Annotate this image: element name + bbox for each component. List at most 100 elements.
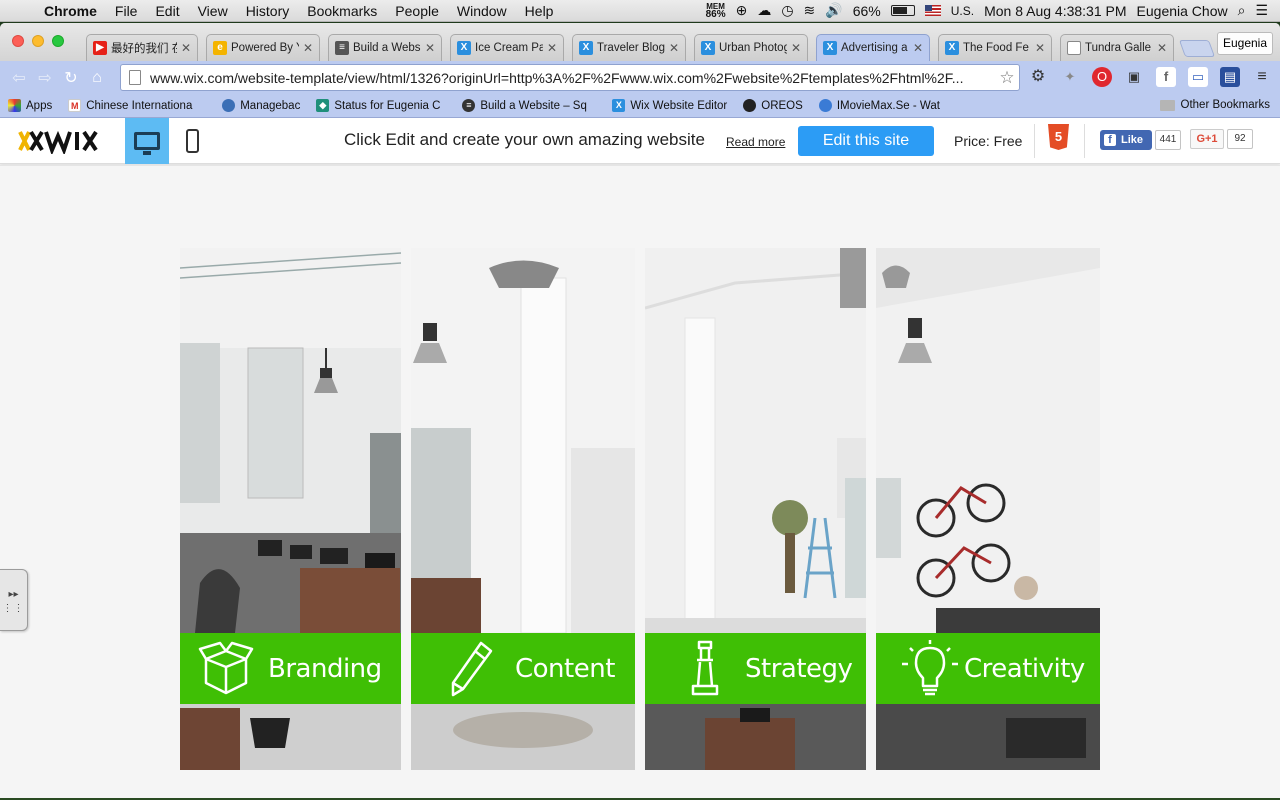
tab-close-icon[interactable]: ✕ [181, 41, 191, 55]
bookmark-status[interactable]: ◆ Status for Eugenia C [308, 99, 454, 112]
minimize-window-button[interactable] [32, 35, 44, 47]
tab-close-icon[interactable]: ✕ [791, 41, 801, 55]
cloud-icon[interactable]: ☁ [757, 2, 771, 19]
memory-status[interactable]: MEM 86% [706, 2, 726, 19]
tab-close-icon[interactable]: ✕ [1035, 41, 1045, 55]
extension-puzzle-icon[interactable]: ✦ [1060, 67, 1080, 87]
expand-arrows-icon: ▸▸ [8, 588, 19, 600]
extension-window-icon[interactable]: ▭ [1188, 67, 1208, 87]
menu-view[interactable]: View [189, 3, 237, 19]
url-text[interactable]: www.wix.com/website-template/view/html/1… [150, 70, 995, 86]
opera-icon[interactable]: O [1092, 67, 1112, 87]
wix-x-icon: X [579, 41, 593, 55]
bookmark-wix-editor[interactable]: X Wix Website Editor [604, 99, 735, 112]
close-window-button[interactable] [12, 35, 24, 47]
menu-app-name[interactable]: Chrome [38, 3, 106, 19]
tab-close-icon[interactable]: ✕ [303, 41, 313, 55]
creativity-panel[interactable]: Creativity [876, 248, 1100, 770]
read-more-link[interactable]: Read more [726, 135, 785, 149]
extension-reader-icon[interactable]: ▤ [1220, 67, 1240, 87]
bookmark-imoviemax[interactable]: IMovieMax.Se - Wat [811, 99, 961, 112]
wix-logo[interactable] [18, 126, 100, 156]
tab-youtube[interactable]: ▶ 最好的我们 在 ✕ [86, 34, 198, 61]
oreo-icon [743, 99, 757, 112]
menu-history[interactable]: History [237, 3, 299, 19]
other-bookmarks[interactable]: Other Bookmarks [1159, 99, 1270, 111]
creativity-band: Creativity [876, 633, 1100, 704]
notification-center-icon[interactable]: ☰ [1255, 2, 1268, 19]
zoom-window-button[interactable] [52, 35, 64, 47]
home-icon[interactable]: ⌂ [84, 69, 110, 87]
tab-title: Traveler Blog [597, 42, 665, 54]
volume-icon[interactable]: 🔊 [825, 2, 842, 19]
bookmark-chinese-international[interactable]: M Chinese Internationa [60, 99, 214, 112]
bookmark-label: OREOS [761, 99, 803, 112]
extension-robot-icon[interactable]: ▣ [1124, 67, 1144, 87]
tab-tundra-gallery[interactable]: Tundra Galle ✕ [1060, 34, 1174, 61]
input-source[interactable]: U.S. [951, 4, 974, 18]
tab-ice-cream[interactable]: X Ice Cream Pa ✕ [450, 34, 564, 61]
back-icon[interactable]: ⇦ [6, 68, 32, 88]
page-info-icon[interactable] [129, 70, 141, 85]
new-tab-button[interactable] [1178, 40, 1216, 57]
forward-icon[interactable]: ⇨ [32, 68, 58, 88]
status-icon: ◆ [316, 99, 330, 112]
user-name[interactable]: Eugenia Chow [1137, 3, 1228, 19]
facebook-like-button[interactable]: f Like [1100, 130, 1152, 150]
bookmark-oreos[interactable]: OREOS [735, 99, 811, 112]
clock[interactable]: Mon 8 Aug 4:38:31 PM [984, 3, 1126, 19]
us-flag-icon[interactable] [924, 5, 941, 16]
bookmark-managebac[interactable]: Managebac [214, 99, 308, 112]
menu-edit[interactable]: Edit [146, 3, 188, 19]
extension-font-icon[interactable]: f [1156, 67, 1176, 87]
address-bar[interactable]: www.wix.com/website-template/view/html/1… [120, 64, 1020, 91]
tab-urban-photo[interactable]: X Urban Photog ✕ [694, 34, 808, 61]
tab-food-festival[interactable]: X The Food Fe ✕ [938, 34, 1052, 61]
tab-powered-by[interactable]: e Powered By Y ✕ [206, 34, 320, 61]
menu-window[interactable]: Window [448, 3, 516, 19]
bookmark-label: Apps [26, 99, 53, 112]
menu-file[interactable]: File [106, 3, 147, 19]
edit-this-site-button[interactable]: Edit this site [798, 126, 934, 156]
tab-build-website[interactable]: ≡ Build a Webs ✕ [328, 34, 442, 61]
profile-button[interactable]: Eugenia [1217, 32, 1273, 55]
battery-percent[interactable]: 66% [853, 3, 881, 19]
tab-close-icon[interactable]: ✕ [547, 41, 557, 55]
tab-close-icon[interactable]: ✕ [913, 41, 923, 55]
gamepad-icon[interactable]: ⊕ [736, 2, 748, 19]
spotlight-search-icon[interactable]: ⌕ [1238, 2, 1246, 19]
branding-panel[interactable]: Branding [180, 248, 401, 770]
menu-bookmarks[interactable]: Bookmarks [298, 3, 386, 19]
google-plus-button[interactable]: G+1 [1190, 129, 1224, 149]
desktop-view-button[interactable] [125, 118, 169, 164]
menu-help[interactable]: Help [516, 3, 563, 19]
tab-close-icon[interactable]: ✕ [425, 41, 435, 55]
tab-advertising-active[interactable]: X Advertising a ✕ [816, 34, 930, 61]
battery-icon[interactable] [890, 5, 915, 16]
facebook-icon: f [1104, 134, 1116, 146]
reload-icon[interactable]: ↻ [58, 68, 84, 88]
bookmark-apps[interactable]: Apps [0, 99, 60, 112]
mac-menubar: Chrome File Edit View History Bookmarks … [0, 0, 1280, 22]
bookmark-squarespace[interactable]: ≡ Build a Website – Sq [454, 99, 604, 112]
content-panel[interactable]: Content [411, 248, 635, 770]
tab-title: Tundra Galle [1085, 42, 1152, 54]
grip-dots-icon: ⋮⋮ [2, 602, 25, 614]
bookmark-label: Wix Website Editor [630, 99, 728, 112]
monitor-icon [134, 132, 160, 155]
side-drawer-handle[interactable]: ▸▸ ⋮⋮ [0, 569, 28, 631]
wix-x-icon: X [457, 41, 471, 55]
strategy-panel[interactable]: Strategy [645, 248, 866, 770]
mobile-view-button[interactable] [170, 118, 214, 164]
tab-traveler-blog[interactable]: X Traveler Blog ✕ [572, 34, 686, 61]
tab-close-icon[interactable]: ✕ [1157, 41, 1167, 55]
bookmark-star-icon[interactable]: ☆ [995, 68, 1019, 88]
tab-close-icon[interactable]: ✕ [669, 41, 679, 55]
wifi-icon[interactable]: ≋ [804, 2, 816, 19]
time-machine-icon[interactable]: ◷ [781, 2, 793, 19]
globe-icon [222, 99, 236, 112]
menu-people[interactable]: People [386, 3, 448, 19]
settings-gear-icon[interactable]: ⚙ [1028, 67, 1048, 87]
chrome-menu-icon[interactable]: ≡ [1252, 67, 1272, 87]
bookmark-label: IMovieMax.Se - Wat [836, 99, 940, 112]
